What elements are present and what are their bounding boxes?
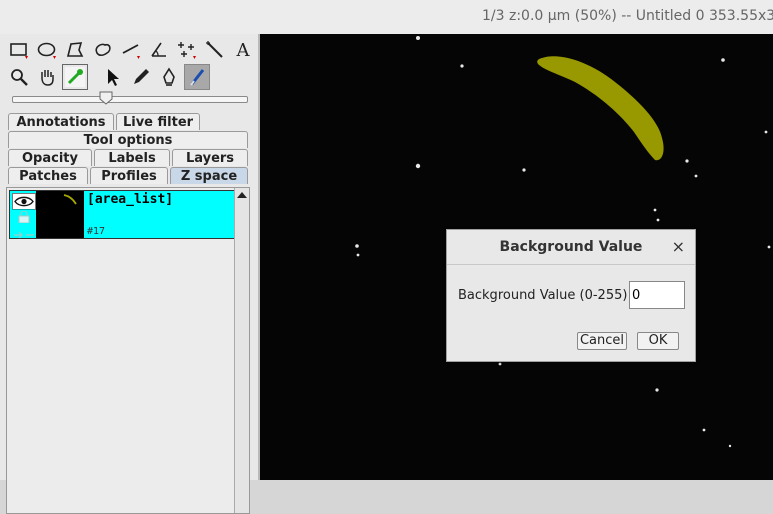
link-icon[interactable] (13, 228, 35, 239)
sidebar: A Annotations Live filter Tool options O… (0, 34, 260, 514)
text-icon[interactable]: A (230, 37, 256, 63)
tab-annotations[interactable]: Annotations (8, 113, 114, 130)
layer-name: [area_list] (87, 192, 174, 207)
background-value-label: Background Value (0-255) (458, 288, 628, 303)
window-title: 1/3 z:0.0 µm (50%) -- Untitled 0 353.55x… (482, 8, 773, 24)
ok-button[interactable]: OK (637, 332, 679, 350)
layer-scrollbar[interactable] (234, 188, 249, 513)
color-picker-icon[interactable] (62, 64, 88, 90)
layer-panel: [area_list] #17 (6, 187, 250, 514)
close-icon[interactable]: × (672, 237, 685, 256)
tab-layers[interactable]: Layers (172, 149, 248, 166)
tab-z-space[interactable]: Z space (170, 167, 248, 184)
tab-tool-options[interactable]: Tool options (8, 131, 248, 148)
background-value-dialog: Background Value × Background Value (0-2… (446, 229, 696, 362)
freehand-select-icon[interactable] (90, 37, 116, 63)
tab-profiles[interactable]: Profiles (90, 167, 168, 184)
polygon-select-icon[interactable] (62, 37, 88, 63)
dialog-divider (447, 264, 695, 265)
scroll-up-icon[interactable] (237, 192, 247, 198)
dialog-title: Background Value (499, 239, 643, 255)
wand-icon[interactable] (202, 37, 228, 63)
zoom-slider-track[interactable] (12, 96, 248, 103)
zoom-slider-thumb[interactable] (99, 91, 113, 105)
oval-select-icon[interactable] (34, 37, 60, 63)
magnifier-icon[interactable] (6, 64, 32, 90)
brush-icon[interactable] (184, 64, 210, 90)
tab-patches[interactable]: Patches (8, 167, 88, 184)
arrow-select-icon[interactable] (100, 64, 126, 90)
tab-live-filter[interactable]: Live filter (116, 113, 200, 130)
pen-icon[interactable] (156, 64, 182, 90)
layer-id: #17 (87, 226, 106, 237)
background-value-input[interactable] (629, 281, 685, 309)
angle-icon[interactable] (146, 37, 172, 63)
hand-icon[interactable] (34, 64, 60, 90)
multipoint-icon[interactable] (174, 37, 200, 63)
tab-opacity[interactable]: Opacity (8, 149, 92, 166)
rectangle-select-icon[interactable] (6, 37, 32, 63)
lock-icon[interactable] (17, 210, 31, 224)
eye-icon[interactable] (12, 193, 36, 210)
layer-thumbnail (36, 191, 84, 238)
tab-labels[interactable]: Labels (94, 149, 170, 166)
cancel-button[interactable]: Cancel (577, 332, 627, 350)
pencil-icon[interactable] (128, 64, 154, 90)
line-icon[interactable] (118, 37, 144, 63)
layer-row[interactable]: [area_list] #17 (9, 190, 235, 239)
window-titlebar: 1/3 z:0.0 µm (50%) -- Untitled 0 353.55x… (0, 0, 773, 35)
